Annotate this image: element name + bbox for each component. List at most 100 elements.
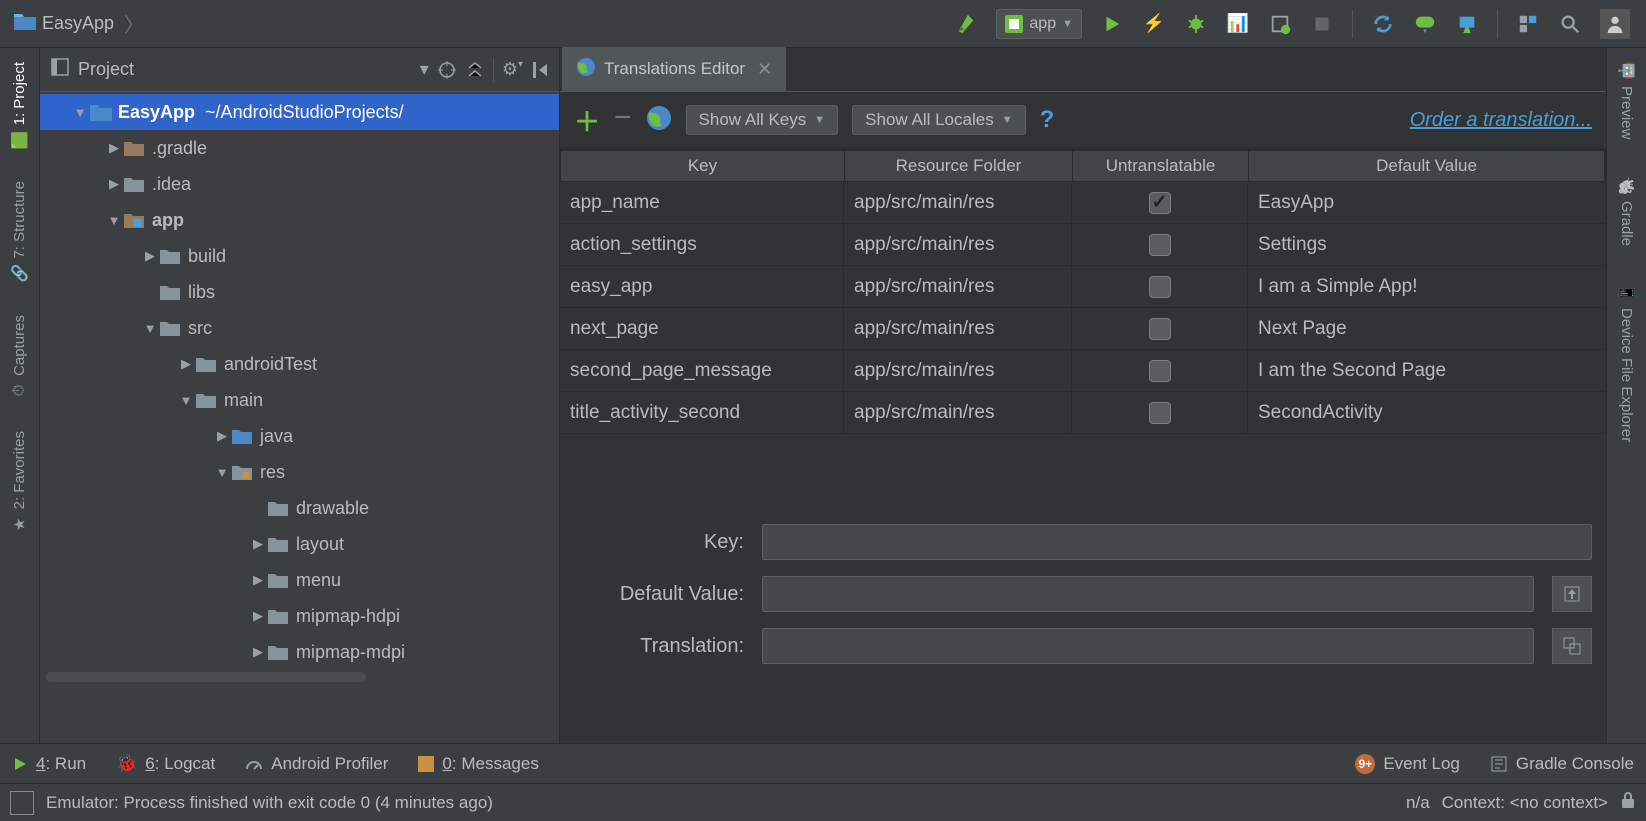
run-configuration-select[interactable]: app ▼ xyxy=(996,9,1082,39)
cell-key[interactable]: easy_app xyxy=(560,266,844,307)
table-row[interactable]: second_page_messageapp/src/main/res I am … xyxy=(560,350,1606,392)
cell-key[interactable]: next_page xyxy=(560,308,844,349)
add-key-icon[interactable]: ＋ xyxy=(574,102,600,139)
apply-changes-icon[interactable]: ⚡ xyxy=(1142,12,1166,36)
breadcrumb[interactable]: EasyApp 〉 xyxy=(6,9,144,38)
add-locale-icon[interactable] xyxy=(646,105,672,136)
close-icon[interactable]: ✕ xyxy=(757,59,772,80)
checkbox[interactable] xyxy=(1149,360,1171,382)
col-header-folder[interactable]: Resource Folder xyxy=(845,151,1073,181)
cell-folder[interactable]: app/src/main/res xyxy=(844,392,1072,433)
checkbox[interactable] xyxy=(1149,276,1171,298)
tree-item[interactable]: drawable xyxy=(40,490,559,526)
tree-item[interactable]: ▶layout xyxy=(40,526,559,562)
tab-logcat[interactable]: 🐞6: Logcat xyxy=(116,754,215,774)
tab-captures[interactable]: ⏱Captures xyxy=(9,307,30,407)
status-window-icon[interactable] xyxy=(10,791,34,815)
tab-translations-editor[interactable]: Translations Editor ✕ xyxy=(562,47,786,91)
horizontal-scrollbar[interactable] xyxy=(46,672,366,682)
make-project-icon[interactable] xyxy=(954,12,978,36)
search-icon[interactable] xyxy=(1558,12,1582,36)
tab-device-explorer[interactable]: 📱Device File Explorer xyxy=(1615,276,1638,450)
checkbox[interactable] xyxy=(1149,402,1171,424)
debug-icon[interactable] xyxy=(1184,12,1208,36)
project-panel-title[interactable]: Project xyxy=(78,59,134,80)
avd-manager-icon[interactable] xyxy=(1413,12,1437,36)
sdk-manager-icon[interactable] xyxy=(1455,12,1479,36)
tab-gradle[interactable]: 🐘Gradle xyxy=(1615,169,1638,254)
remove-key-icon[interactable]: − xyxy=(614,101,632,135)
gear-icon[interactable]: ⚙▾ xyxy=(502,59,523,80)
project-tree[interactable]: ▼ EasyApp ~/AndroidStudioProjects/ ▶.gra… xyxy=(40,92,559,743)
hide-icon[interactable] xyxy=(531,60,549,80)
tree-item[interactable]: ▶build xyxy=(40,238,559,274)
tab-run[interactable]: 4: Run xyxy=(12,754,86,774)
user-icon[interactable] xyxy=(1600,9,1630,39)
cell-untranslatable[interactable] xyxy=(1072,266,1248,307)
tree-item[interactable]: ▶menu xyxy=(40,562,559,598)
tree-item[interactable]: ▶.gradle xyxy=(40,130,559,166)
tab-preview[interactable]: 🤖Preview xyxy=(1615,54,1638,147)
cell-folder[interactable]: app/src/main/res xyxy=(844,308,1072,349)
tree-item[interactable]: ▼main xyxy=(40,382,559,418)
cell-key[interactable]: second_page_message xyxy=(560,350,844,391)
key-input[interactable] xyxy=(762,524,1592,560)
tab-structure[interactable]: 🔗7: Structure xyxy=(8,173,31,291)
cell-untranslatable[interactable] xyxy=(1072,308,1248,349)
profiler-icon[interactable]: 📊 xyxy=(1226,12,1250,36)
tree-item[interactable]: ▶mipmap-hdpi xyxy=(40,598,559,634)
lock-icon[interactable] xyxy=(1620,791,1636,814)
show-keys-select[interactable]: Show All Keys▼ xyxy=(686,105,839,135)
tree-item[interactable]: ▶androidTest xyxy=(40,346,559,382)
cell-key[interactable]: action_settings xyxy=(560,224,844,265)
tree-item[interactable]: ▼app xyxy=(40,202,559,238)
cell-default[interactable]: Settings xyxy=(1248,224,1606,265)
tab-event-log[interactable]: 9+Event Log xyxy=(1355,754,1460,774)
run-icon[interactable] xyxy=(1100,12,1124,36)
tree-item[interactable]: libs xyxy=(40,274,559,310)
cell-untranslatable[interactable] xyxy=(1072,350,1248,391)
table-row[interactable]: action_settingsapp/src/main/resSettings xyxy=(560,224,1606,266)
col-header-key[interactable]: Key xyxy=(561,151,845,181)
cell-default[interactable]: I am the Second Page xyxy=(1248,350,1606,391)
checkbox[interactable] xyxy=(1149,234,1171,256)
cell-default[interactable]: SecondActivity xyxy=(1248,392,1606,433)
table-row[interactable]: title_activity_secondapp/src/main/res Sec… xyxy=(560,392,1606,434)
col-header-default[interactable]: Default Value xyxy=(1249,151,1605,181)
order-translation-link[interactable]: Order a translation... xyxy=(1410,109,1592,132)
table-row[interactable]: next_pageapp/src/main/res Next Page xyxy=(560,308,1606,350)
sync-gradle-icon[interactable] xyxy=(1371,12,1395,36)
cell-untranslatable[interactable] xyxy=(1072,224,1248,265)
help-icon[interactable]: ? xyxy=(1040,106,1055,134)
cell-folder[interactable]: app/src/main/res xyxy=(844,182,1072,223)
col-header-untranslatable[interactable]: Untranslatable xyxy=(1073,151,1249,181)
default-value-input[interactable] xyxy=(762,576,1534,612)
checkbox[interactable] xyxy=(1149,192,1171,214)
cell-key[interactable]: title_activity_second xyxy=(560,392,844,433)
attach-debugger-icon[interactable] xyxy=(1268,12,1292,36)
cell-untranslatable[interactable] xyxy=(1072,182,1248,223)
tree-item[interactable]: ▶mipmap-mdpi xyxy=(40,634,559,670)
translation-input[interactable] xyxy=(762,628,1534,664)
stop-icon[interactable] xyxy=(1310,12,1334,36)
target-icon[interactable] xyxy=(437,60,457,80)
tree-root[interactable]: ▼ EasyApp ~/AndroidStudioProjects/ xyxy=(40,94,559,130)
project-structure-icon[interactable] xyxy=(1516,12,1540,36)
cell-key[interactable]: app_name xyxy=(560,182,844,223)
table-row[interactable]: easy_appapp/src/main/resI am a Simple Ap… xyxy=(560,266,1606,308)
cell-untranslatable[interactable] xyxy=(1072,392,1248,433)
cell-default[interactable]: EasyApp xyxy=(1248,182,1606,223)
tab-messages[interactable]: 0: Messages xyxy=(418,754,538,774)
cell-default[interactable]: Next Page xyxy=(1248,308,1606,349)
tab-project[interactable]: 🟩1: Project xyxy=(8,54,31,157)
table-row[interactable]: app_nameapp/src/main/res EasyApp xyxy=(560,182,1606,224)
tree-item[interactable]: ▼src xyxy=(40,310,559,346)
tab-favorites[interactable]: ★2: Favorites xyxy=(9,423,30,541)
browse-translation-button[interactable] xyxy=(1552,628,1592,664)
tab-android-profiler[interactable]: Android Profiler xyxy=(245,754,388,774)
show-locales-select[interactable]: Show All Locales▼ xyxy=(852,105,1025,135)
tree-item[interactable]: ▶.idea xyxy=(40,166,559,202)
cell-folder[interactable]: app/src/main/res xyxy=(844,350,1072,391)
tree-item[interactable]: ▼res xyxy=(40,454,559,490)
tree-item[interactable]: ▶java xyxy=(40,418,559,454)
